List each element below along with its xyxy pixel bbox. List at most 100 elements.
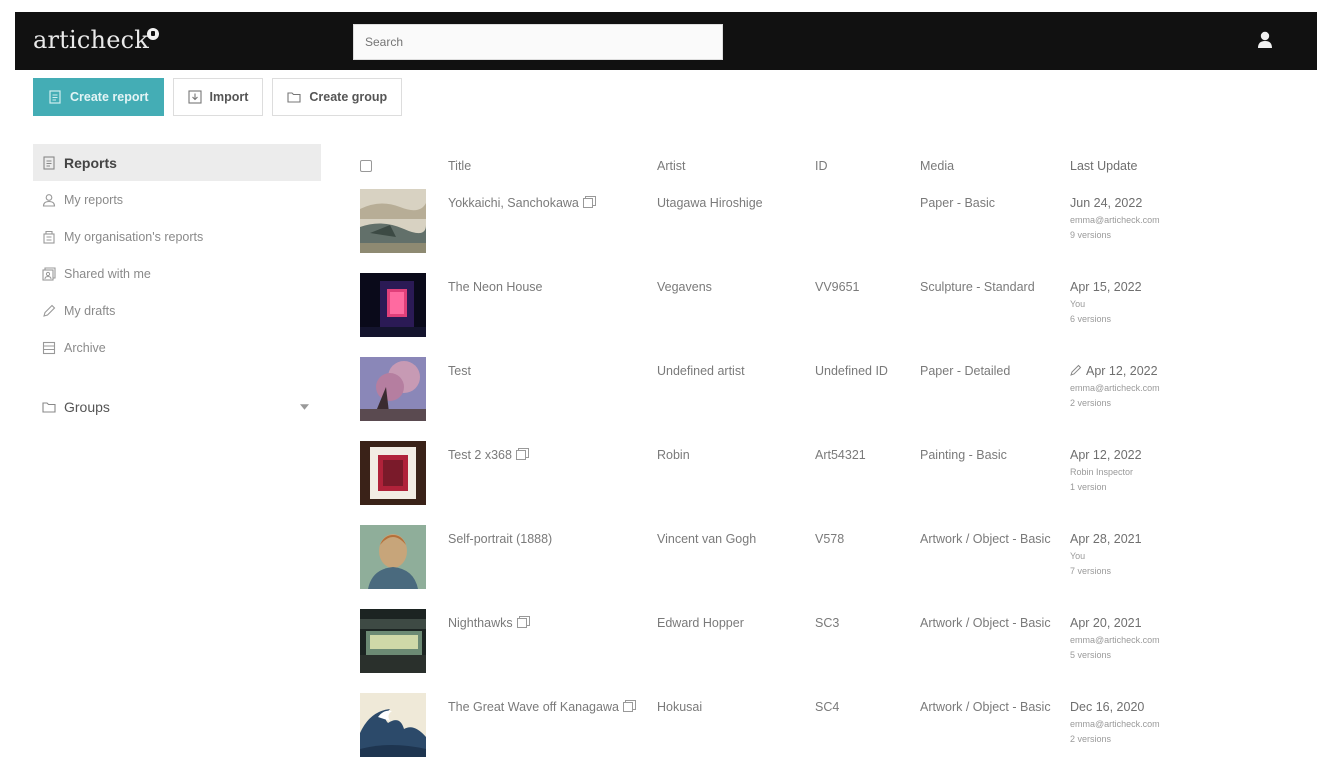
- sidebar-item-archive[interactable]: Archive: [33, 329, 321, 366]
- table-row[interactable]: Self-portrait (1888) Vincent van Gogh V5…: [360, 522, 1310, 606]
- report-title[interactable]: Test 2 x368: [448, 448, 512, 462]
- search-input[interactable]: [353, 24, 723, 60]
- folder-icon: [42, 401, 56, 413]
- report-title[interactable]: Yokkaichi, Sanchokawa: [448, 196, 579, 210]
- report-id: [815, 186, 920, 193]
- import-icon: [187, 90, 202, 104]
- archive-icon: [42, 341, 56, 354]
- pencil-icon: [43, 304, 56, 317]
- table-row[interactable]: The Great Wave off Kanagawa Hokusai SC4 …: [360, 690, 1310, 774]
- import-label: Import: [209, 90, 249, 104]
- create-report-button[interactable]: Create report: [33, 78, 164, 116]
- report-media: Artwork / Object - Basic: [920, 616, 1051, 630]
- artwork-thumbnail[interactable]: [360, 609, 426, 673]
- updated-by: Robin Inspector: [1070, 467, 1134, 477]
- last-update-date: Apr 12, 2022: [1086, 364, 1158, 378]
- last-update-date: Jun 24, 2022: [1070, 196, 1143, 210]
- updated-by: You: [1070, 551, 1086, 561]
- column-header-artist[interactable]: Artist: [657, 156, 815, 176]
- sidebar-item-organisation-reports[interactable]: My organisation's reports: [33, 218, 321, 255]
- shared-icon: [516, 616, 530, 628]
- column-header-id[interactable]: ID: [815, 156, 920, 176]
- last-update-date: Dec 16, 2020: [1070, 700, 1145, 714]
- top-bar: articheck: [15, 12, 1317, 70]
- report-media: Paper - Detailed: [920, 364, 1011, 378]
- sidebar: Reports My reports My organisation's rep…: [33, 144, 321, 425]
- app-logo[interactable]: articheck: [33, 26, 149, 54]
- updated-by: emma@articheck.com: [1070, 719, 1160, 729]
- create-group-label: Create group: [309, 90, 388, 104]
- report-id: SC3: [815, 616, 840, 630]
- report-id: Art54321: [815, 448, 866, 462]
- create-group-button[interactable]: Create group: [272, 78, 403, 116]
- report-title[interactable]: Self-portrait (1888): [448, 532, 552, 546]
- sidebar-item-label: My organisation's reports: [64, 229, 204, 244]
- user-account-icon[interactable]: [1257, 30, 1273, 50]
- version-count: 7 versions: [1070, 566, 1112, 576]
- sidebar-groups-toggle[interactable]: Groups: [33, 388, 321, 425]
- groups-label: Groups: [64, 398, 110, 415]
- chevron-down-icon[interactable]: [300, 403, 309, 410]
- column-header-last-update[interactable]: Last Update: [1070, 156, 1270, 176]
- version-count: 6 versions: [1070, 314, 1112, 324]
- report-id: VV9651: [815, 280, 860, 294]
- select-all-checkbox[interactable]: [360, 160, 372, 172]
- artwork-thumbnail[interactable]: [360, 441, 426, 505]
- column-header-title[interactable]: Title: [448, 156, 657, 176]
- artwork-thumbnail[interactable]: [360, 357, 426, 421]
- import-button[interactable]: Import: [172, 78, 264, 116]
- report-media: Artwork / Object - Basic: [920, 700, 1051, 714]
- report-artist: Undefined artist: [657, 364, 745, 378]
- report-media: Artwork / Object - Basic: [920, 532, 1051, 546]
- logo-badge-icon: [147, 28, 159, 40]
- report-artist: Edward Hopper: [657, 616, 744, 630]
- report-artist: Vegavens: [657, 280, 712, 294]
- report-title[interactable]: The Neon House: [448, 280, 543, 294]
- report-title[interactable]: Test: [448, 364, 471, 378]
- sidebar-item-label: Reports: [64, 154, 117, 171]
- version-count: 9 versions: [1070, 230, 1112, 240]
- column-header-media[interactable]: Media: [920, 156, 1070, 176]
- report-id: Undefined ID: [815, 364, 888, 378]
- artwork-thumbnail[interactable]: [360, 693, 426, 757]
- report-artist: Utagawa Hiroshige: [657, 196, 763, 210]
- version-count: 2 versions: [1070, 734, 1112, 744]
- sidebar-item-label: My reports: [64, 192, 124, 207]
- table-row[interactable]: Test Undefined artist Undefined ID Paper…: [360, 354, 1310, 438]
- table-row[interactable]: Yokkaichi, Sanchokawa Utagawa Hiroshige …: [360, 186, 1310, 270]
- report-title[interactable]: Nighthawks: [448, 616, 513, 630]
- report-media: Paper - Basic: [920, 196, 996, 210]
- report-artist: Vincent van Gogh: [657, 532, 757, 546]
- report-title[interactable]: The Great Wave off Kanagawa: [448, 700, 619, 714]
- version-count: 1 version: [1070, 482, 1107, 492]
- table-row[interactable]: Test 2 x368 Robin Art54321 Painting - Ba…: [360, 438, 1310, 522]
- last-update-date: Apr 28, 2021: [1070, 532, 1142, 546]
- sidebar-item-shared-with-me[interactable]: Shared with me: [33, 255, 321, 292]
- last-update-date: Apr 20, 2021: [1070, 616, 1142, 630]
- report-id: SC4: [815, 700, 840, 714]
- artwork-thumbnail[interactable]: [360, 189, 426, 253]
- document-icon: [49, 90, 61, 104]
- report-media: Painting - Basic: [920, 448, 1007, 462]
- table-row[interactable]: The Neon House Vegavens VV9651 Sculpture…: [360, 270, 1310, 354]
- folder-icon: [287, 92, 301, 103]
- table-header: Title Artist ID Media Last Update: [360, 146, 1310, 186]
- version-count: 2 versions: [1070, 398, 1112, 408]
- sidebar-item-my-drafts[interactable]: My drafts: [33, 292, 321, 329]
- artwork-thumbnail[interactable]: [360, 273, 426, 337]
- report-artist: Hokusai: [657, 700, 703, 714]
- sidebar-item-my-reports[interactable]: My reports: [33, 181, 321, 218]
- sidebar-item-reports[interactable]: Reports: [33, 144, 321, 181]
- sidebar-item-label: Shared with me: [64, 266, 151, 281]
- shared-icon: [515, 448, 529, 460]
- action-toolbar: Create report Import Create group: [33, 78, 403, 116]
- artwork-thumbnail[interactable]: [360, 525, 426, 589]
- reports-table: Title Artist ID Media Last Update Yokkai…: [360, 146, 1310, 774]
- shared-icon: [582, 196, 596, 208]
- reports-icon: [43, 155, 55, 170]
- last-update-date: Apr 15, 2022: [1070, 280, 1142, 294]
- table-row[interactable]: Nighthawks Edward Hopper SC3 Artwork / O…: [360, 606, 1310, 690]
- report-artist: Robin: [657, 448, 690, 462]
- shared-icon: [622, 700, 636, 712]
- create-report-label: Create report: [70, 90, 149, 104]
